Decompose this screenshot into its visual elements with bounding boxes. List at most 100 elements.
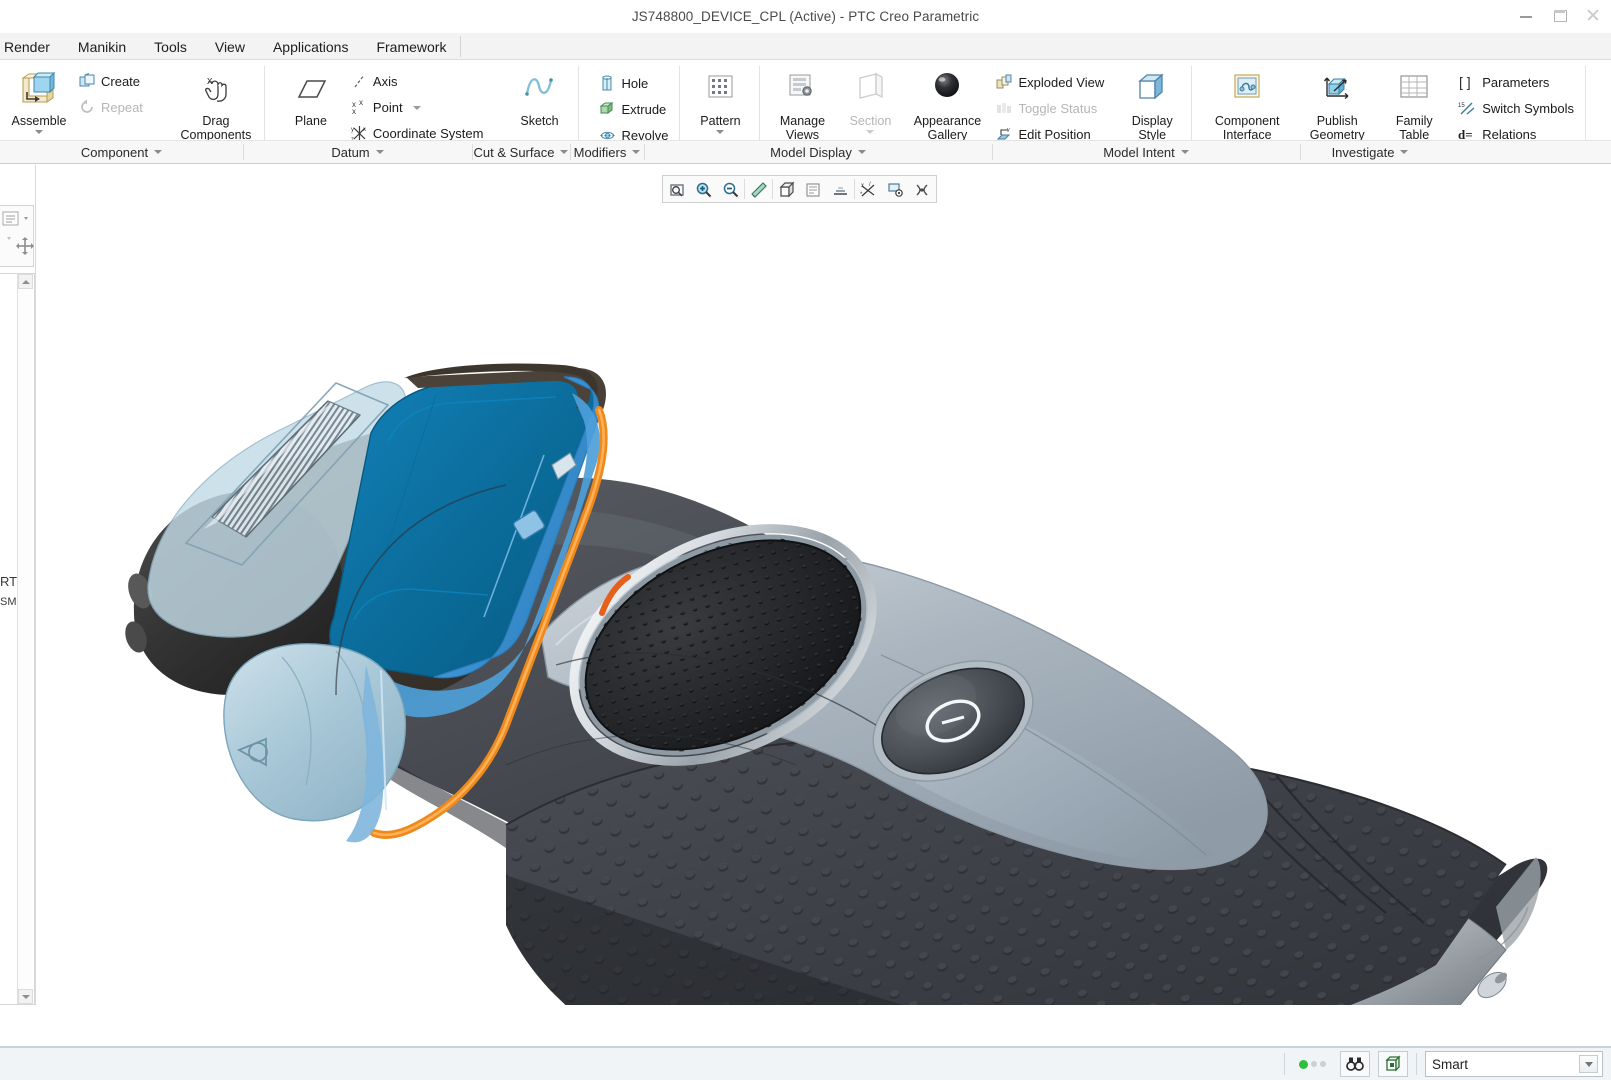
scroll-up-icon[interactable] — [18, 274, 33, 289]
point-button[interactable]: x x x Point — [346, 95, 489, 120]
exploded-view-label: Exploded View — [1018, 75, 1105, 90]
toggle-status-label: Toggle Status — [1018, 101, 1098, 116]
publish-geometry-icon — [1324, 77, 1349, 100]
family-table-label: Family Table — [1395, 114, 1433, 142]
tab-render[interactable]: Render — [0, 33, 64, 60]
coordinate-system-label: Coordinate System — [372, 126, 484, 141]
status-divider-2 — [1416, 1053, 1417, 1075]
model-tree-scrollbar[interactable] — [17, 274, 33, 1004]
model-tree-panel[interactable]: RT SM — [0, 273, 35, 1005]
display-style-label: Display Style — [1131, 114, 1173, 142]
drag-components-button[interactable]: x Drag Components — [174, 65, 258, 147]
group-label-text: Datum — [331, 144, 370, 160]
tab-applications[interactable]: Applications — [259, 33, 363, 60]
search-tool-button[interactable] — [1340, 1051, 1370, 1077]
tab-tools[interactable]: Tools — [140, 33, 201, 60]
status-led-0 — [1299, 1059, 1308, 1069]
tree-item-clipped-2: SM — [0, 596, 17, 608]
toggle-status-button[interactable]: Toggle Status — [991, 96, 1109, 121]
svg-text:y: y — [1007, 127, 1010, 133]
group-caret-icon[interactable] — [632, 150, 641, 154]
axis-label: Axis — [372, 74, 398, 89]
status-led-2 — [1320, 1061, 1326, 1067]
point-label: Point — [372, 100, 403, 115]
group-label-investigate[interactable]: Investigate — [1300, 141, 1440, 163]
hole-icon — [602, 75, 612, 91]
group-label-cut-surface[interactable]: Cut & Surface — [472, 141, 570, 163]
svg-text:y: y — [351, 127, 354, 133]
window-controls — [1519, 8, 1601, 22]
group-label-model-intent[interactable]: Model Intent — [992, 141, 1300, 163]
point-icon: x x x — [352, 99, 363, 116]
family-table-icon — [1400, 75, 1428, 98]
model-tree-button[interactable] — [1378, 1051, 1408, 1077]
binoculars-icon — [1346, 1057, 1364, 1071]
group-label-component[interactable]: Component — [0, 141, 243, 163]
drag-components-icon: x — [205, 75, 227, 102]
section-button[interactable]: Section — [837, 65, 903, 147]
appearance-gallery-label: Appearance Gallery — [913, 114, 982, 142]
assemble-caret-icon[interactable] — [35, 130, 43, 134]
sketch-button[interactable]: Sketch — [506, 65, 572, 147]
extrude-icon — [599, 102, 614, 114]
point-caret-icon[interactable] — [412, 105, 421, 110]
repeat-button[interactable]: Repeat — [74, 95, 148, 120]
plane-label: Plane — [294, 114, 327, 128]
selection-filter-select[interactable]: Smart — [1425, 1051, 1603, 1077]
graphics-window[interactable]: x/* — [36, 165, 1611, 1005]
create-button[interactable]: Create — [74, 69, 148, 94]
manage-views-button[interactable]: Manage Views — [769, 65, 835, 148]
group-caret-icon[interactable] — [857, 150, 866, 154]
group-label-modifiers[interactable]: Modifiers — [570, 141, 644, 163]
tab-view[interactable]: View — [201, 33, 259, 60]
ribbon-tab-row: Render Manikin Tools View Applications Framew… — [0, 33, 1611, 60]
axis-icon — [354, 74, 365, 88]
tab-framework[interactable]: Framework — [362, 33, 460, 60]
drag-components-label: Drag Components — [180, 114, 252, 142]
section-caret-icon[interactable] — [866, 130, 875, 134]
group-caret-icon[interactable] — [1400, 150, 1409, 154]
pattern-caret-icon[interactable] — [716, 130, 725, 134]
assemble-icon — [21, 71, 56, 103]
group-caret-icon[interactable] — [375, 150, 384, 154]
group-label-datum[interactable]: Datum — [243, 141, 472, 163]
axis-button[interactable]: Axis — [346, 69, 489, 94]
switch-symbols-button[interactable]: 15 Switch Symbols — [1453, 96, 1579, 121]
group-caret-icon[interactable] — [560, 150, 569, 154]
title-bar: JS748800_DEVICE_CPL (Active) - PTC Creo … — [0, 0, 1611, 32]
restore-icon[interactable] — [1552, 8, 1568, 22]
assemble-button[interactable]: Assemble — [6, 65, 72, 147]
pattern-button[interactable]: Pattern — [687, 65, 753, 147]
switch-symbols-icon: 15 — [1458, 102, 1475, 115]
display-style-button[interactable]: Display Style — [1119, 65, 1185, 148]
group-label-text: Model Intent — [1103, 144, 1175, 160]
ribbon-tabs: Render Manikin Tools View Applications Framew… — [0, 33, 1611, 60]
create-icon — [79, 73, 95, 87]
publish-geometry-button[interactable]: Publish Geometry — [1295, 65, 1379, 147]
parameters-icon: [ ] — [1459, 74, 1471, 90]
pattern-label: Pattern — [700, 114, 741, 128]
svg-text:[ ]: [ ] — [1459, 74, 1471, 90]
tab-manikin[interactable]: Manikin — [64, 33, 140, 60]
scroll-down-icon[interactable] — [18, 989, 33, 1004]
navigator-mini-toolbar[interactable] — [0, 205, 34, 267]
hole-button[interactable]: Hole — [594, 71, 673, 96]
extrude-button[interactable]: Extrude — [594, 97, 673, 122]
parameters-button[interactable]: [ ] Parameters — [1453, 70, 1579, 95]
exploded-view-button[interactable]: Exploded View — [991, 70, 1109, 95]
status-bar: ayed Smart — [0, 1046, 1611, 1080]
group-caret-icon[interactable] — [154, 150, 163, 154]
sketch-label: Sketch — [520, 114, 559, 128]
family-table-button[interactable]: Family Table — [1381, 65, 1447, 147]
group-caret-icon[interactable] — [1180, 150, 1189, 154]
minimize-icon[interactable] — [1519, 8, 1535, 22]
appearance-gallery-button[interactable]: Appearance Gallery — [905, 65, 989, 148]
close-icon[interactable] — [1585, 8, 1601, 22]
chevron-down-icon[interactable] — [1579, 1055, 1598, 1073]
group-label-text: Investigate — [1331, 144, 1395, 160]
bill-of-materials-button[interactable]: i Bill of Materials — [1601, 65, 1611, 147]
component-interface-button[interactable]: Component Interface — [1201, 65, 1293, 147]
shaver-3d-model[interactable] — [36, 165, 1611, 1005]
group-label-model-display[interactable]: Model Display — [644, 141, 992, 163]
plane-button[interactable]: Plane — [278, 65, 344, 147]
